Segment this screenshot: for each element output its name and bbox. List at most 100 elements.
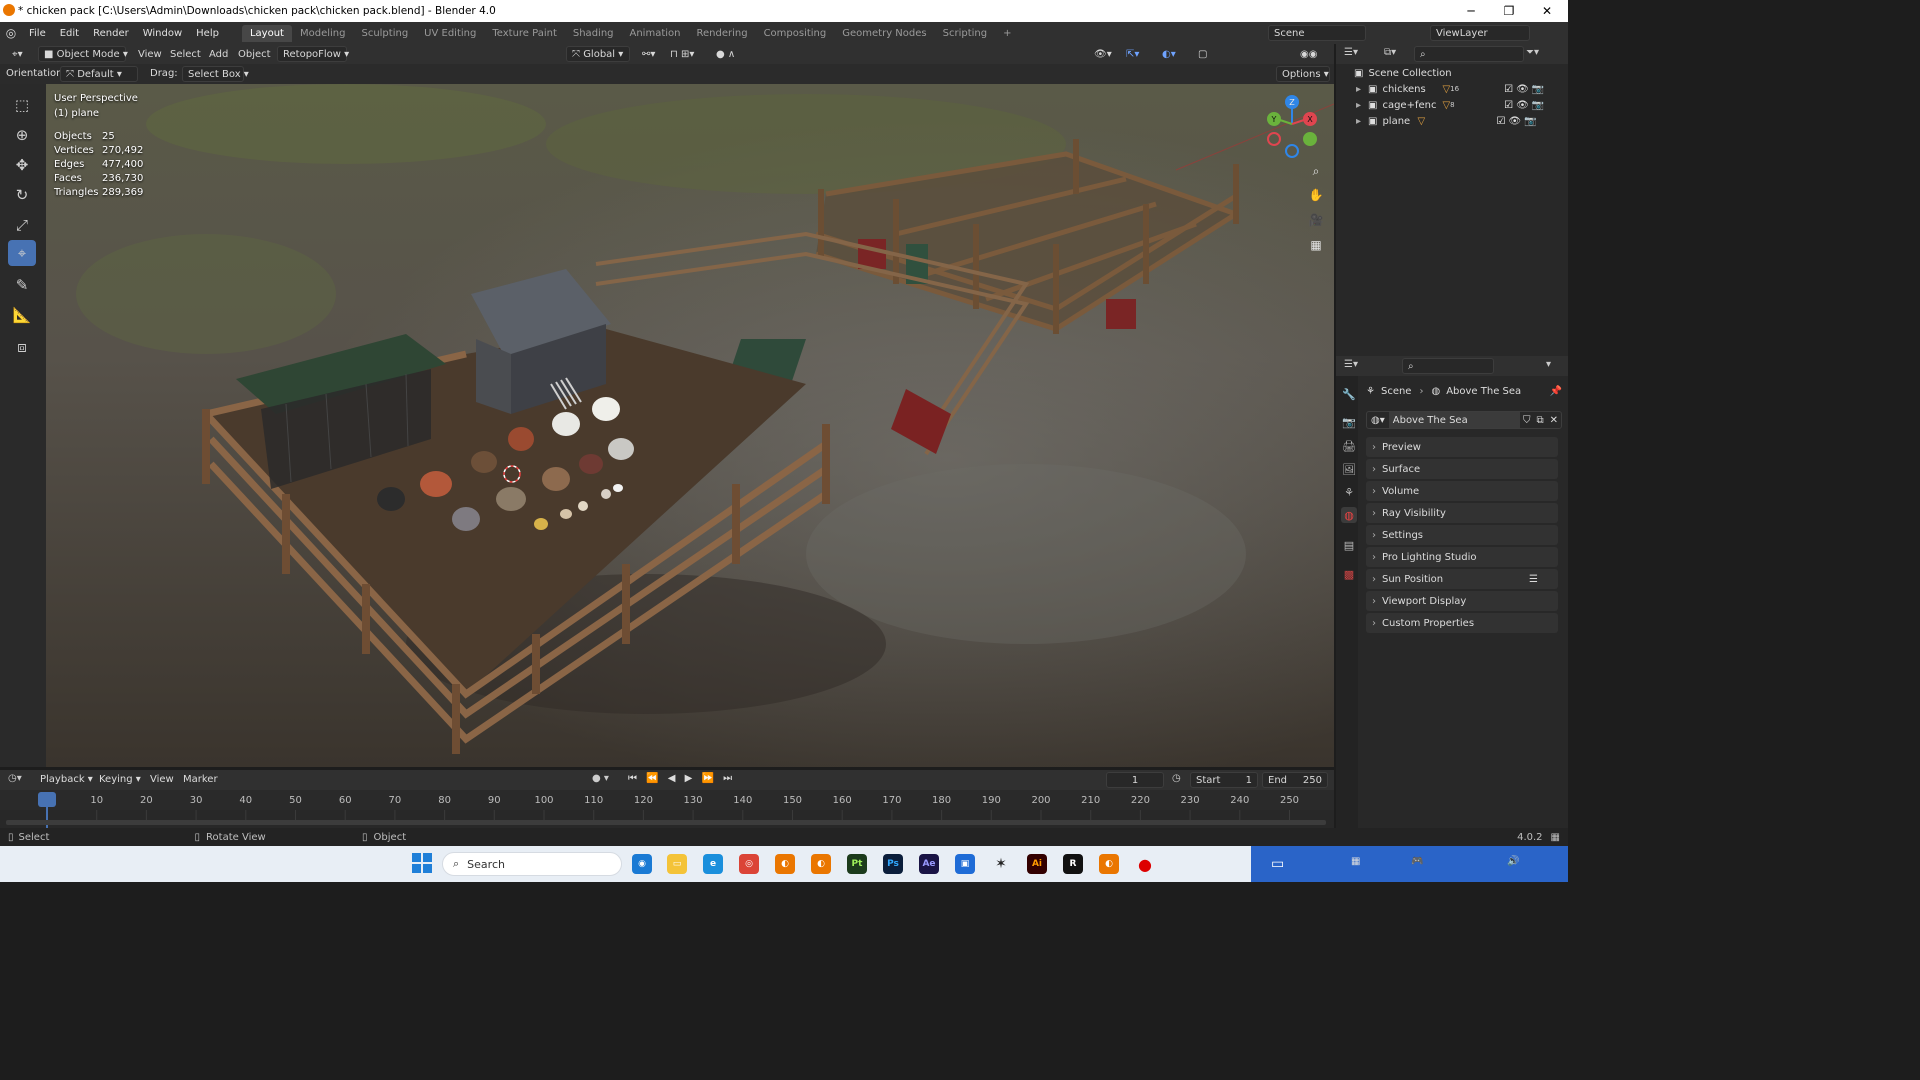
screen-icon[interactable]: ▭ (1271, 856, 1284, 872)
perspective-grid-icon[interactable]: ▦ (1306, 235, 1326, 255)
substance-painter-icon[interactable]: Pt (847, 854, 867, 874)
annotate-tool-icon[interactable]: ✎ (8, 272, 36, 298)
gamepad-icon[interactable]: 🎮 (1411, 856, 1423, 867)
camera-view-icon[interactable]: 🎥 (1306, 210, 1326, 230)
render-camera-icon[interactable]: 📷 (1532, 100, 1544, 111)
blender-menu-icon[interactable]: ◎ (0, 26, 22, 40)
menu-window[interactable]: Window (136, 28, 189, 39)
close-button[interactable]: ✕ (1528, 0, 1566, 22)
world-name-field[interactable]: Above The Sea (1388, 412, 1520, 428)
blender-active-icon[interactable]: ◐ (1099, 854, 1119, 874)
rig-tool-icon[interactable]: ✶ (991, 854, 1011, 874)
menu-file[interactable]: File (22, 28, 53, 39)
timeline-ruler[interactable]: 1102030405060708090100110120130140150160… (0, 790, 1334, 828)
output-tab-icon[interactable]: 🖨 (1341, 438, 1357, 454)
workspace-tab-texture-paint[interactable]: Texture Paint (484, 25, 565, 42)
menu-marker[interactable]: Marker (183, 774, 218, 785)
menu-add[interactable]: Add (203, 46, 234, 62)
after-effects-icon[interactable]: Ae (919, 854, 939, 874)
options-dropdown[interactable]: Options ▾ (1276, 66, 1330, 82)
start-button-icon[interactable] (412, 853, 432, 873)
gizmo-neg-z-axis[interactable] (1285, 144, 1299, 158)
record-icon[interactable]: ● (1135, 854, 1155, 874)
view-layer-tab-icon[interactable]: 🖼 (1341, 461, 1357, 477)
workspace-tab-uv-editing[interactable]: UV Editing (416, 25, 484, 42)
panel-viewport-display[interactable]: › Viewport Display (1366, 591, 1558, 611)
gizmo-neg-y-axis[interactable] (1303, 132, 1317, 146)
workspace-tab-sculpting[interactable]: Sculpting (353, 25, 416, 42)
gizmo-toggle-icon[interactable]: ⇱▾ (1120, 46, 1145, 62)
playback-controls[interactable]: ⏮ ⏪ ◀ ▶ ⏩ ⏭ (628, 773, 735, 784)
workspace-tab-scripting[interactable]: Scripting (935, 25, 995, 42)
menu-object[interactable]: Object (232, 46, 277, 62)
gizmo-z-axis[interactable]: Z (1285, 95, 1299, 109)
move-tool-icon[interactable]: ✥ (8, 152, 36, 178)
panel-sun-position[interactable]: › Sun Position ☰ (1366, 569, 1558, 589)
3d-viewport[interactable]: User Perspective (1) plane Objects 25 Ver… (46, 84, 1334, 767)
add-cube-tool-icon[interactable]: ⧈ (8, 334, 36, 360)
volume-icon[interactable]: 🔊 (1507, 856, 1519, 867)
collection-tab-icon[interactable]: ▤ (1341, 537, 1357, 553)
menu-view[interactable]: View (132, 46, 168, 62)
menu-help[interactable]: Help (189, 28, 226, 39)
workspace-tab-layout[interactable]: Layout (241, 24, 292, 42)
menu-playback[interactable]: Playback ▾ (40, 774, 93, 785)
measure-tool-icon[interactable]: 📐 (8, 302, 36, 328)
panel-settings[interactable]: › Settings (1366, 525, 1558, 545)
mode-selector[interactable]: ■ Object Mode ▾ (38, 46, 128, 62)
workspace-tab-modeling[interactable]: Modeling (292, 25, 354, 42)
retopoflow-menu[interactable]: RetopoFlow ▾ (277, 46, 349, 62)
blender-icon[interactable]: ◐ (811, 854, 831, 874)
properties-editor-icon[interactable]: ☰▾ (1344, 359, 1358, 370)
panel-preview[interactable]: › Preview (1366, 437, 1558, 457)
blender-icon[interactable]: ◐ (775, 854, 795, 874)
menu-select[interactable]: Select (164, 46, 207, 62)
cursor-tool-icon[interactable]: ⊕ (8, 122, 36, 148)
outliner-item-chickens[interactable]: ▸ ▣ chickens ▽ 16 ☑ 👁 📷 (1336, 81, 1568, 97)
start-frame-field[interactable]: Start 1 (1190, 772, 1258, 788)
timeline-scrollbar[interactable] (6, 820, 1326, 825)
editor-type-icon[interactable]: ⌖▾ (6, 46, 29, 62)
panel-pro-lighting-studio[interactable]: › Pro Lighting Studio (1366, 547, 1558, 567)
outliner-editor-icon[interactable]: ☰▾ (1344, 47, 1358, 58)
pivot-point-icon[interactable]: ⚯▾ (636, 46, 661, 62)
render-tab-icon[interactable]: 📷 (1341, 414, 1357, 430)
expand-arrow-icon[interactable]: ▸ (1356, 100, 1368, 111)
duplicate-icon[interactable]: ⧉ (1536, 415, 1543, 426)
end-frame-field[interactable]: End 250 (1262, 772, 1328, 788)
workspace-tab-geometry-nodes[interactable]: Geometry Nodes (834, 25, 934, 42)
outliner-item-cage[interactable]: ▸ ▣ cage+fenc ▽ 8 ☑ 👁 📷 (1336, 97, 1568, 113)
fake-user-shield-icon[interactable]: ⛉ (1523, 415, 1531, 426)
list-icon[interactable]: ☰ (1529, 574, 1538, 585)
panel-ray-visibility[interactable]: › Ray Visibility (1366, 503, 1558, 523)
include-checkbox[interactable]: ☑ (1496, 116, 1505, 127)
workspace-tab-compositing[interactable]: Compositing (756, 25, 835, 42)
render-camera-icon[interactable]: 📷 (1524, 116, 1536, 127)
expand-arrow-icon[interactable]: ▸ (1356, 84, 1368, 95)
menu-keying[interactable]: Keying ▾ (99, 774, 141, 785)
pan-hand-icon[interactable]: ✋ (1306, 185, 1326, 205)
chrome-browser-icon[interactable]: ◎ (739, 854, 759, 874)
scene-tab-icon[interactable]: ⚘ (1341, 484, 1357, 500)
unlink-icon[interactable]: ✕ (1550, 415, 1558, 426)
visibility-icon[interactable]: 👁▾ (1088, 46, 1118, 62)
outliner-search[interactable]: ⌕ (1414, 46, 1524, 62)
tray-app-icon[interactable]: ▦ (1351, 856, 1360, 867)
proportional-edit-icon[interactable]: ● ∧ (710, 46, 741, 62)
transform-orientation-selector[interactable]: ⤧ Global ▾ (566, 46, 630, 62)
outliner-item-plane[interactable]: ▸ ▣ plane ▽ ☑ 👁 📷 (1336, 113, 1568, 129)
navigation-gizmo[interactable]: Z Y X (1260, 94, 1324, 158)
texture-tab-icon[interactable]: ▩ (1341, 566, 1357, 582)
playhead[interactable] (38, 792, 56, 807)
eye-icon[interactable]: 👁 (1516, 84, 1529, 95)
workspace-tab-shading[interactable]: Shading (565, 25, 622, 42)
render-camera-icon[interactable]: 📷 (1532, 84, 1544, 95)
menu-edit[interactable]: Edit (53, 28, 86, 39)
store-icon[interactable]: ▣ (955, 854, 975, 874)
render-settings-icon[interactable]: ◉◉ (1294, 46, 1323, 62)
panel-surface[interactable]: › Surface (1366, 459, 1558, 479)
world-datablock-selector[interactable]: ◍▾ Above The Sea ⛉ ⧉ ✕ (1366, 411, 1562, 429)
transform-tool-icon[interactable]: ⌖ (8, 240, 36, 266)
pin-icon[interactable]: 📌 (1550, 386, 1562, 397)
timeline-editor-icon[interactable]: ◷▾ (8, 773, 22, 784)
